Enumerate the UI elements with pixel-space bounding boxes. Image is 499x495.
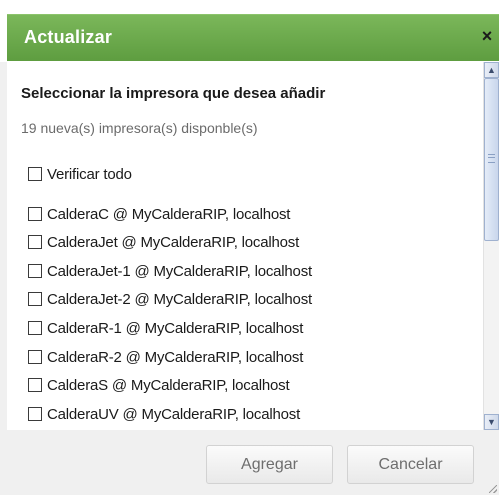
add-button[interactable]: Agregar <box>206 445 333 484</box>
printer-checkbox[interactable] <box>28 264 42 278</box>
select-printer-heading: Seleccionar la impresora que desea añadi… <box>21 85 326 102</box>
printer-label: CalderaR-2 @ MyCalderaRIP, localhost <box>47 348 304 366</box>
scroll-down-icon[interactable]: ▼ <box>484 414 499 430</box>
printer-row[interactable]: CalderaS @ MyCalderaRIP, localhost <box>28 375 290 395</box>
printer-row[interactable]: CalderaJet-1 @ MyCalderaRIP, localhost <box>28 261 312 281</box>
printer-label: CalderaS @ MyCalderaRIP, localhost <box>47 376 290 394</box>
printer-checkbox[interactable] <box>28 235 42 249</box>
printer-row[interactable]: CalderaR-1 @ MyCalderaRIP, localhost <box>28 318 303 338</box>
printer-checkbox[interactable] <box>28 350 42 364</box>
printer-row[interactable]: CalderaJet-2 @ MyCalderaRIP, localhost <box>28 289 312 309</box>
resize-grip-icon[interactable] <box>489 485 497 493</box>
printer-label: CalderaJet-1 @ MyCalderaRIP, localhost <box>47 262 312 280</box>
dialog-body: Seleccionar la impresora que desea añadi… <box>7 62 499 430</box>
printer-label: CalderaUV @ MyCalderaRIP, localhost <box>47 405 301 423</box>
select-all-label: Verificar todo <box>47 165 132 183</box>
scroll-up-icon[interactable]: ▲ <box>484 62 499 78</box>
select-all-checkbox[interactable] <box>28 167 42 181</box>
printer-checkbox[interactable] <box>28 407 42 421</box>
dialog-title: Actualizar <box>24 27 113 47</box>
printer-row[interactable]: CalderaR-2 @ MyCalderaRIP, localhost <box>28 347 303 367</box>
printer-checkbox[interactable] <box>28 292 42 306</box>
scrollbar-thumb[interactable] <box>484 78 499 241</box>
printer-row[interactable]: CalderaUV @ MyCalderaRIP, localhost <box>28 404 300 424</box>
printer-checkbox[interactable] <box>28 207 42 221</box>
printer-label: CalderaC @ MyCalderaRIP, localhost <box>47 205 291 223</box>
cancel-button[interactable]: Cancelar <box>347 445 474 484</box>
dialog-titlebar: Actualizar × <box>0 0 499 62</box>
printer-checkbox[interactable] <box>28 378 42 392</box>
vertical-scrollbar[interactable]: ▲ ▼ <box>483 62 499 430</box>
printer-checkbox[interactable] <box>28 321 42 335</box>
close-icon[interactable]: × <box>478 26 496 46</box>
grip-icon <box>488 154 495 163</box>
printer-list-panel: Seleccionar la impresora que desea añadi… <box>7 62 483 430</box>
printer-label: CalderaJet-2 @ MyCalderaRIP, localhost <box>47 290 312 308</box>
printer-label: CalderaR-1 @ MyCalderaRIP, localhost <box>47 319 304 337</box>
printer-label: CalderaJet @ MyCalderaRIP, localhost <box>47 233 300 251</box>
dialog-footer: Agregar Cancelar <box>7 430 499 495</box>
select-all-row[interactable]: Verificar todo <box>28 164 132 184</box>
titlebar-background: Actualizar × <box>7 14 499 61</box>
available-printers-count: 19 nueva(s) impresora(s) disponble(s) <box>21 120 258 136</box>
printer-row[interactable]: CalderaJet @ MyCalderaRIP, localhost <box>28 232 299 252</box>
update-printers-dialog: Actualizar × Seleccionar la impresora qu… <box>0 0 499 495</box>
printer-row[interactable]: CalderaC @ MyCalderaRIP, localhost <box>28 204 290 224</box>
